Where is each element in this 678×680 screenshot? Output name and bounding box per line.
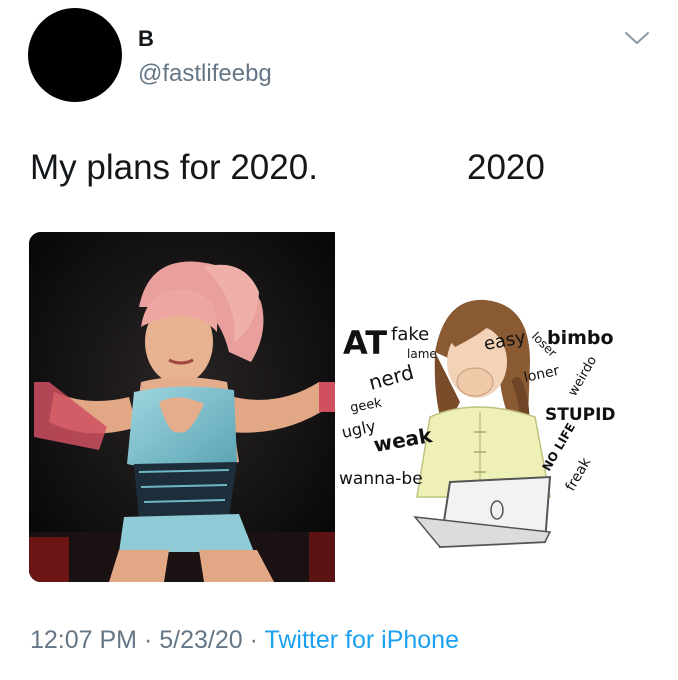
tweet-photo-right[interactable]: AT fake lame nerd geek ugly weak wanna-b…	[335, 232, 625, 582]
word-fake: fake	[391, 324, 429, 345]
word-at: AT	[343, 324, 387, 362]
word-stupid: STUPID	[545, 405, 616, 425]
tweet-date[interactable]: 5/23/20	[159, 626, 242, 654]
wrestler-photo	[29, 232, 335, 582]
avatar[interactable]	[28, 8, 122, 102]
meta-separator: ·	[143, 626, 153, 654]
tweet-meta: 12:07 PM · 5/23/20 · Twitter for iPhone	[30, 626, 459, 655]
tweet-photo-left[interactable]	[29, 232, 335, 582]
tweet-text-left: My plans for 2020.	[30, 148, 318, 187]
word-lame: lame	[407, 347, 437, 361]
display-name[interactable]: B	[138, 26, 154, 52]
meta-separator: ·	[249, 626, 258, 654]
word-wanna-be: wanna-be	[339, 469, 423, 489]
user-handle[interactable]: @fastlifeebg	[138, 60, 272, 88]
tweet-text-right: 2020	[467, 148, 545, 187]
sad-girl-illustration: AT fake lame nerd geek ugly weak wanna-b…	[335, 232, 625, 582]
tweet-time[interactable]: 12:07 PM	[30, 626, 137, 654]
word-bimbo: bimbo	[547, 327, 614, 349]
tweet-source-link[interactable]: Twitter for iPhone	[264, 626, 459, 654]
chevron-down-icon[interactable]	[622, 28, 652, 48]
